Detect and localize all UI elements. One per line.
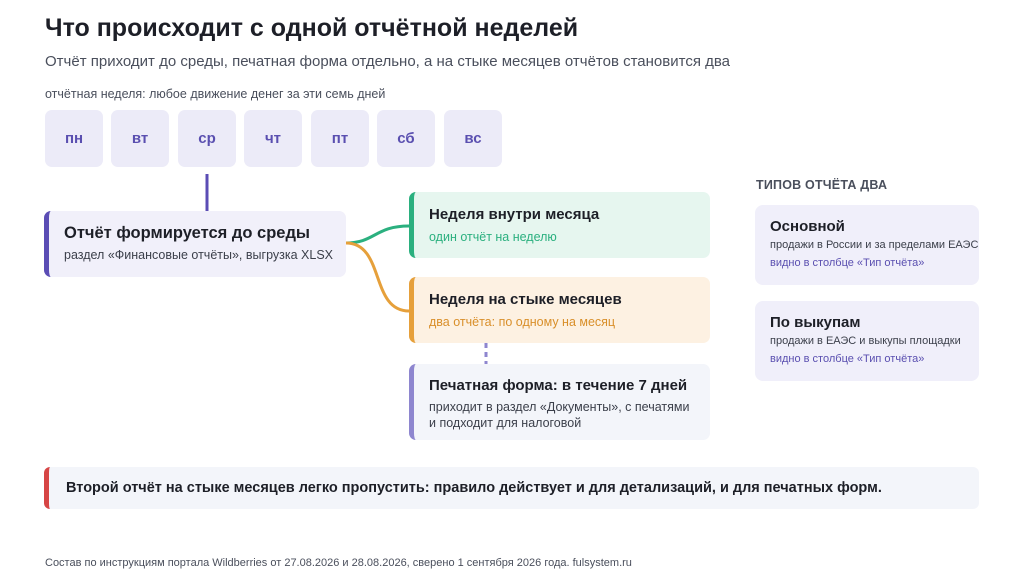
print-form-card: Печатная форма: в течение 7 дней приходи… [409, 364, 710, 440]
type-card-buyout-line1: продажи в ЕАЭС и выкупы площадки [770, 335, 961, 347]
warning-banner: Второй отчёт на стыке месяцев легко проп… [44, 467, 979, 509]
month-junction-card: Неделя на стыке месяцев два отчёта: по о… [409, 277, 710, 343]
report-card-title: Отчёт формируется до среды [64, 224, 311, 242]
month-junction-title: Неделя на стыке месяцев [429, 291, 622, 308]
day-wed: ср [178, 110, 236, 167]
page-title: Что происходит с одной отчётной неделей [45, 14, 579, 42]
day-sun: вс [444, 110, 502, 167]
type-card-main-line2: видно в столбце «Тип отчёта» [770, 257, 925, 269]
day-sat: сб [377, 110, 435, 167]
type-card-buyout-title: По выкупам [770, 314, 861, 331]
report-to-inside-connector [345, 224, 410, 245]
report-types-title: ТИПОВ ОТЧЁТА ДВА [756, 178, 888, 192]
print-form-title: Печатная форма: в течение 7 дней [429, 377, 688, 394]
type-card-main-line1: продажи в России и за пределами ЕАЭС [770, 239, 979, 251]
inside-month-title: Неделя внутри месяца [429, 206, 600, 223]
month-junction-sub: два отчёта: по одному на месяц [429, 315, 616, 329]
report-to-junction-connector [345, 241, 410, 313]
warning-text: Второй отчёт на стыке месяцев легко проп… [66, 480, 882, 496]
day-fri: пт [311, 110, 369, 167]
type-card-buyout: По выкупам продажи в ЕАЭС и выкупы площа… [755, 301, 979, 381]
type-card-buyout-line2: видно в столбце «Тип отчёта» [770, 353, 925, 365]
day-thu: чт [244, 110, 302, 167]
inside-month-sub: один отчёт на неделю [429, 230, 557, 244]
type-card-main-title: Основной [770, 218, 845, 235]
print-form-sub-2: и подходит для налоговой [429, 416, 582, 430]
inside-month-card: Неделя внутри месяца один отчёт на недел… [409, 192, 710, 258]
report-card: Отчёт формируется до среды раздел «Финан… [44, 211, 346, 277]
page-subtitle: Отчёт приходит до среды, печатная форма … [45, 53, 731, 70]
print-form-sub-1: приходит в раздел «Документы», с печатям… [429, 400, 690, 414]
source-footer: Состав по инструкциям портала Wildberrie… [45, 557, 632, 569]
day-mon: пн [45, 110, 103, 167]
day-tue: вт [111, 110, 169, 167]
week-label: отчётная неделя: любое движение денег за… [45, 87, 386, 101]
type-card-main: Основной продажи в России и за пределами… [755, 205, 979, 285]
report-card-sub: раздел «Финансовые отчёты», выгрузка XLS… [64, 248, 333, 262]
